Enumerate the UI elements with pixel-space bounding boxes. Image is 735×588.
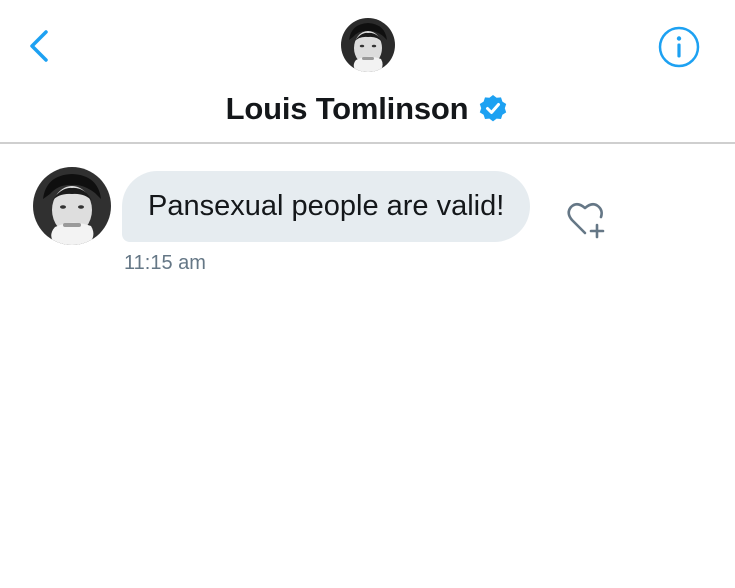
message-text: Pansexual people are valid! (148, 190, 505, 222)
back-button[interactable] (22, 26, 56, 66)
profile-photo (33, 167, 111, 245)
info-icon (658, 26, 700, 68)
add-reaction-button[interactable] (563, 197, 611, 241)
dm-conversation-screen: Louis Tomlinson Pansexual people are val… (0, 0, 735, 588)
header-divider (0, 142, 735, 144)
conversation-title-row: Louis Tomlinson (0, 86, 735, 132)
message-timestamp: 11:15 am (124, 252, 206, 274)
chevron-left-icon (30, 30, 48, 62)
profile-photo (341, 18, 395, 72)
conversation-info-button[interactable] (657, 25, 701, 69)
message-bubble[interactable]: Pansexual people are valid! (122, 171, 531, 242)
page-title: Louis Tomlinson (225, 91, 469, 126)
conversation-header: Louis Tomlinson (0, 0, 735, 143)
sender-avatar[interactable] (33, 167, 111, 245)
header-avatar[interactable] (341, 18, 395, 72)
verified-badge-icon (480, 95, 507, 122)
add-reaction-heart-icon (567, 202, 605, 239)
